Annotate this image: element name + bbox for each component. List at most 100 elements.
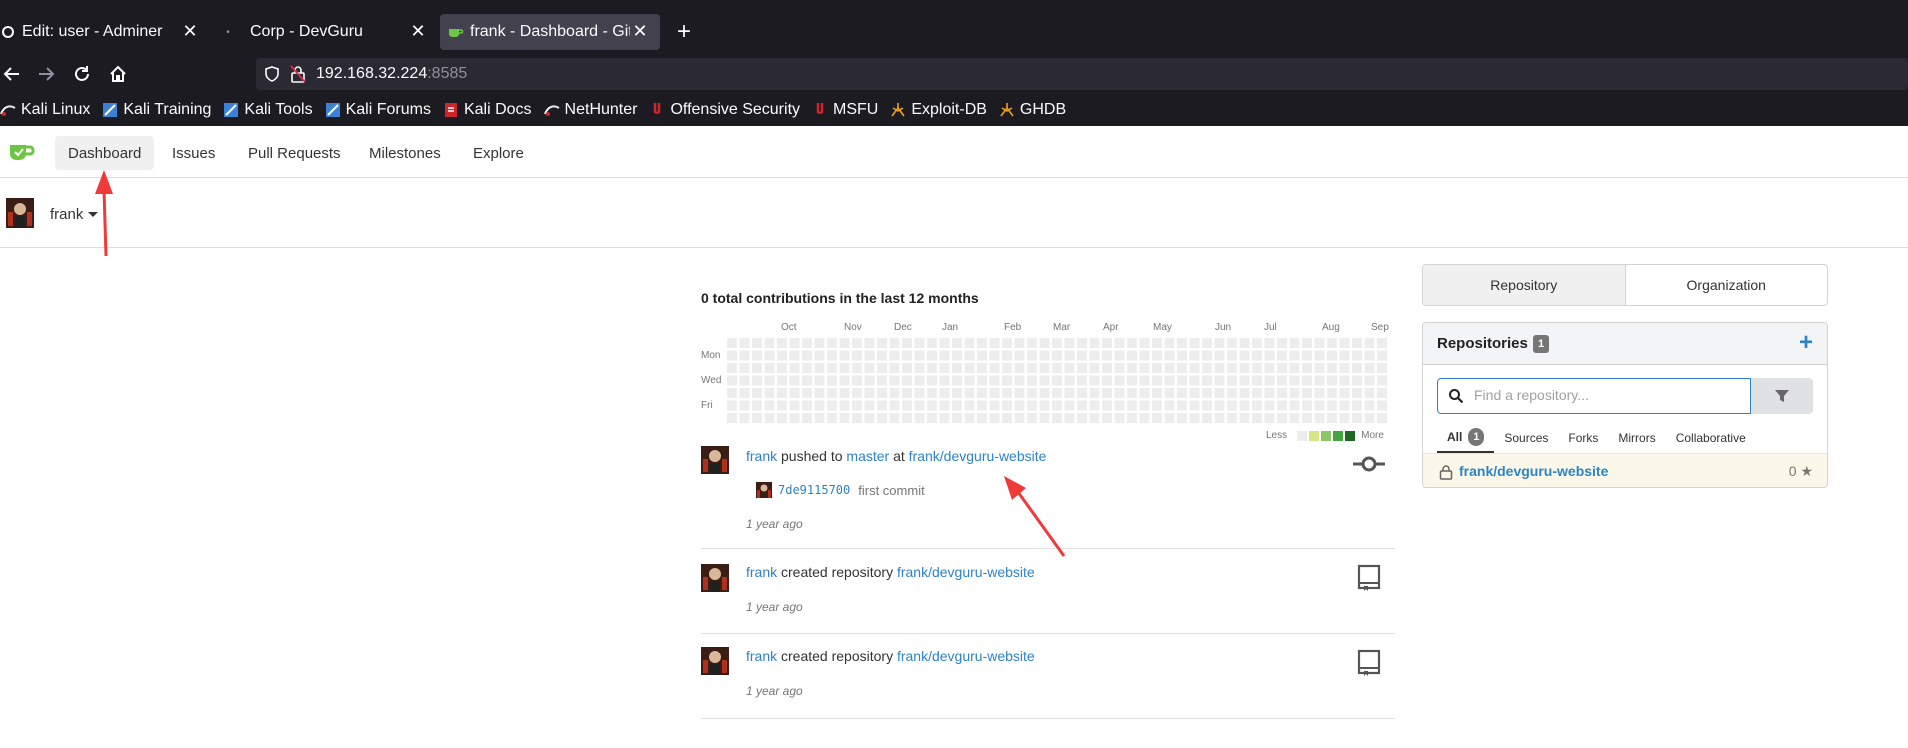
heatmap-cell: [864, 338, 875, 348]
heatmap-cell: [802, 388, 812, 398]
add-repo-button[interactable]: +: [1799, 329, 1813, 357]
shield-icon[interactable]: [264, 66, 280, 87]
insecure-lock-icon[interactable]: [290, 65, 306, 88]
heatmap-cell: [1227, 350, 1237, 361]
tab-all[interactable]: All 1: [1437, 423, 1495, 453]
user-link[interactable]: frank: [746, 564, 777, 580]
home-icon[interactable]: [106, 62, 130, 86]
heatmap-cell: [977, 338, 987, 348]
bookmark-kali-forums[interactable]: Kali Forums: [325, 101, 431, 119]
branch-link[interactable]: master: [846, 448, 889, 464]
repositories-title: Repositories: [1437, 335, 1528, 352]
heatmap-cell: [989, 363, 1000, 373]
heatmap-cell: [1227, 375, 1237, 386]
heatmap-cell: [764, 363, 775, 373]
user-link[interactable]: frank: [746, 448, 777, 464]
tab-collaborative[interactable]: Collaborative: [1666, 423, 1756, 453]
menu-milestones[interactable]: Milestones: [356, 136, 454, 170]
kali-docs-icon: [444, 103, 457, 117]
month-label: Dec: [894, 322, 912, 333]
menu-dashboard[interactable]: Dashboard: [55, 136, 155, 170]
heatmap-cell: [1152, 413, 1162, 423]
bookmark-exploit-db[interactable]: Exploit-DB: [890, 101, 987, 119]
heatmap-cell: [777, 413, 787, 423]
bookmark-kali-training[interactable]: Kali Training: [102, 101, 211, 119]
bookmark-nethunter[interactable]: NetHunter: [543, 101, 637, 119]
bookmark-msfu[interactable]: MSFU: [812, 101, 878, 119]
bookmark-kali-tools[interactable]: Kali Tools: [223, 101, 313, 119]
repo-search-input[interactable]: [1474, 387, 1734, 403]
heatmap-cell: [877, 413, 887, 423]
repo-link[interactable]: frank/devguru-website: [897, 564, 1035, 580]
heatmap-cell: [877, 388, 887, 398]
menu-issues[interactable]: Issues: [159, 136, 228, 170]
avatar[interactable]: [701, 446, 729, 474]
offsec-icon: [654, 103, 661, 114]
heatmap-cell: [1364, 350, 1375, 361]
caret-down-icon[interactable]: [88, 212, 98, 217]
heatmap-cell: [1002, 400, 1012, 411]
heatmap-cell: [1027, 338, 1037, 348]
repo-book-icon: [1357, 649, 1381, 676]
heatmap-cell: [1339, 413, 1350, 423]
commit-sha-link[interactable]: 7de9115700: [778, 483, 850, 497]
month-label: Jul: [1264, 322, 1277, 333]
menu-explore[interactable]: Explore: [460, 136, 537, 170]
close-icon[interactable]: ✕: [408, 21, 428, 42]
avatar[interactable]: [701, 647, 729, 675]
avatar[interactable]: [701, 564, 729, 592]
feed-verb: created repository: [781, 564, 894, 580]
tab-adminer[interactable]: Edit: user - Adminer ✕: [0, 14, 210, 50]
forward-icon[interactable]: [34, 62, 58, 86]
legend-squares: [1295, 430, 1356, 441]
heatmap-cell: [1177, 363, 1187, 373]
heatmap-cell: [864, 375, 875, 386]
segment-repository[interactable]: Repository: [1423, 265, 1626, 305]
tab-forks[interactable]: Forks: [1558, 423, 1608, 453]
heatmap-cell: [1264, 350, 1275, 361]
close-icon[interactable]: ✕: [180, 21, 200, 42]
segment-organization[interactable]: Organization: [1626, 265, 1828, 305]
heatmap-cell: [1089, 350, 1100, 361]
heatmap-cell: [1014, 363, 1025, 373]
tab-sources[interactable]: Sources: [1494, 423, 1558, 453]
bookmark-label: Offensive Security: [670, 101, 801, 118]
heatmap-cell: [1327, 400, 1337, 411]
filter-button[interactable]: [1751, 378, 1813, 414]
bookmark-ghdb[interactable]: GHDB: [999, 101, 1066, 119]
repo-link[interactable]: frank/devguru-website: [897, 648, 1035, 664]
repo-name-link[interactable]: frank/devguru-website: [1459, 463, 1608, 479]
feed-time: 1 year ago: [746, 517, 803, 531]
heatmap-cell: [1352, 388, 1362, 398]
url-bar[interactable]: [256, 58, 1908, 90]
heatmap-cell: [1014, 388, 1025, 398]
heatmap-cell: [1202, 363, 1212, 373]
heatmap-cell: [964, 413, 975, 423]
heatmap-cell: [777, 388, 787, 398]
bookmark-kali-linux[interactable]: Kali Linux: [0, 101, 90, 119]
heatmap-cell: [777, 338, 787, 348]
tab-gitea[interactable]: frank - Dashboard - Gitea ✕: [440, 14, 660, 50]
close-icon[interactable]: ✕: [630, 21, 650, 42]
day-label: Fri: [701, 400, 713, 411]
gitea-logo-icon[interactable]: [8, 140, 36, 164]
user-link[interactable]: frank: [746, 648, 777, 664]
user-avatar[interactable]: [6, 198, 34, 228]
heatmap-cell: [1039, 413, 1050, 423]
heatmap-cell: [939, 363, 950, 373]
heatmap-cell: [927, 338, 937, 348]
heatmap-cell: [939, 413, 950, 423]
heatmap-cell: [939, 400, 950, 411]
reload-icon[interactable]: [70, 62, 94, 86]
back-icon[interactable]: [0, 62, 24, 86]
context-user-name[interactable]: frank: [50, 206, 83, 223]
new-tab-button[interactable]: +: [672, 18, 696, 46]
repo-link[interactable]: frank/devguru-website: [909, 448, 1047, 464]
bookmark-offensive-security[interactable]: Offensive Security: [649, 101, 800, 119]
menu-pull-requests[interactable]: Pull Requests: [235, 136, 354, 170]
bookmark-kali-docs[interactable]: Kali Docs: [443, 101, 532, 119]
url-text[interactable]: 192.168.32.224:8585: [316, 65, 467, 83]
tab-devguru[interactable]: • Corp - DevGuru ✕: [220, 14, 438, 50]
repo-list-item[interactable]: frank/devguru-website 0 ★: [1423, 453, 1827, 487]
tab-mirrors[interactable]: Mirrors: [1608, 423, 1665, 453]
